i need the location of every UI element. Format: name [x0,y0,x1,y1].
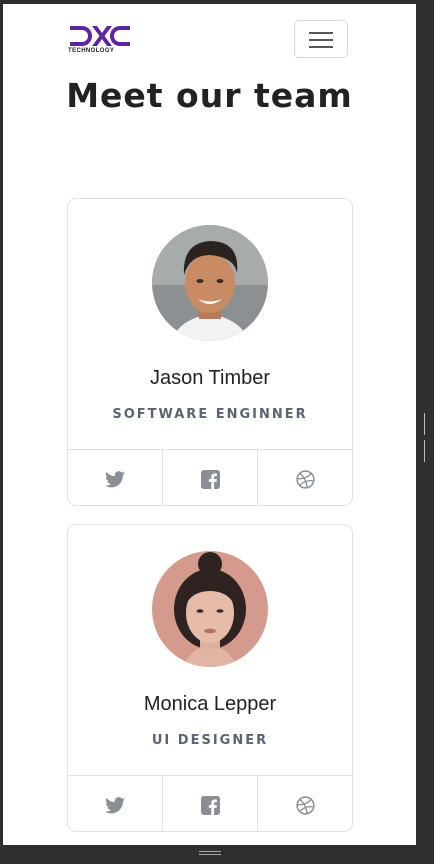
hamburger-icon-bar [309,39,333,41]
twitter-icon [105,796,125,813]
twitter-icon [105,470,125,487]
facebook-link[interactable] [163,450,258,505]
member-role: SOFTWARE ENGINNER [112,407,308,422]
facebook-icon [200,795,220,815]
dxc-logo[interactable]: TECHNOLOGY [68,24,132,60]
dribbble-icon [295,469,315,489]
twitter-link[interactable] [68,776,163,831]
page-title: Meet our team [66,76,353,115]
navbar: TECHNOLOGY [3,4,416,74]
dribbble-icon [295,795,315,815]
facebook-icon [200,469,220,489]
member-name: Monica Lepper [143,693,277,715]
team-member-card: Jason Timber SOFTWARE ENGINNER [67,198,353,506]
browser-viewport: TECHNOLOGY Meet our team Jason Timber SO… [3,4,416,845]
member-role: UI DESIGNER [151,733,269,748]
dribbble-link[interactable] [258,776,352,831]
hamburger-icon-bar [309,46,333,48]
team-member-card: Monica Lepper UI DESIGNER [67,524,353,832]
horizontal-resize-handle[interactable] [199,851,221,856]
facebook-link[interactable] [163,776,258,831]
member-name: Jason Timber [149,367,271,389]
social-links [68,775,352,831]
social-links [68,449,352,505]
twitter-link[interactable] [68,450,163,505]
menu-toggle-button[interactable] [294,20,348,58]
avatar [152,551,268,667]
hamburger-icon [309,32,333,34]
dribbble-link[interactable] [258,450,352,505]
vertical-resize-handle[interactable] [424,413,429,462]
avatar [152,225,268,341]
logo-subtext: TECHNOLOGY [68,48,115,54]
